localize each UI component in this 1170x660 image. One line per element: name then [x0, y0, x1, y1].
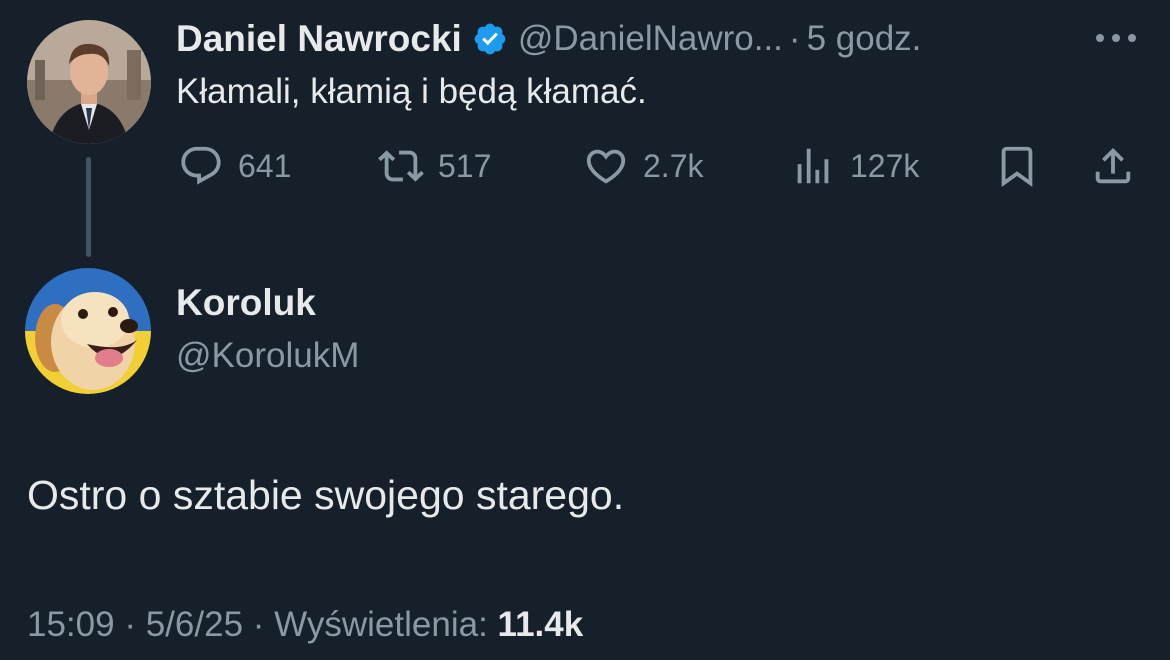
tweet-time[interactable]: 15:09	[27, 605, 115, 644]
meta-separator: ·	[252, 605, 265, 644]
views-button[interactable]: 127k	[790, 136, 919, 196]
views-total: 11.4k	[497, 605, 584, 644]
share-button[interactable]	[1090, 136, 1136, 196]
verified-badge-icon	[472, 21, 508, 57]
share-icon	[1095, 147, 1131, 184]
more-icon[interactable]	[1094, 28, 1138, 48]
views-icon	[797, 148, 829, 184]
bookmark-icon	[1001, 146, 1033, 187]
views-label: Wyświetlenia:	[274, 605, 488, 644]
views-count: 127k	[850, 147, 920, 184]
retweet-count: 517	[438, 147, 492, 184]
parent-author-avatar[interactable]	[27, 20, 151, 144]
reply-button[interactable]: 641	[178, 136, 291, 196]
parent-tweet-actions: 641 517 2.7k 127k	[0, 136, 1170, 196]
parent-author-name[interactable]: Daniel Nawrocki	[176, 18, 462, 60]
main-tweet-text: Ostro o sztabie swojego starego.	[27, 472, 625, 518]
dog-avatar-icon	[25, 268, 151, 394]
parent-tweet-text: Kłamali, kłamią i będą kłamać.	[176, 72, 647, 111]
like-icon	[586, 149, 626, 184]
parent-author-handle[interactable]: @DanielNawro...	[518, 19, 783, 59]
like-count: 2.7k	[643, 147, 704, 184]
reply-count: 641	[238, 147, 292, 184]
like-button[interactable]: 2.7k	[583, 136, 703, 196]
retweet-button[interactable]: 517	[378, 136, 491, 196]
bookmark-button[interactable]	[994, 136, 1040, 196]
main-author-name[interactable]: Koroluk	[176, 282, 316, 324]
retweet-icon	[378, 150, 424, 182]
tweet-screen: Daniel Nawrocki @DanielNawro... · 5 godz…	[0, 0, 1170, 660]
parent-tweet-time[interactable]: 5 godz.	[807, 19, 922, 59]
reply-icon	[181, 146, 221, 185]
avatar-photo-icon	[27, 20, 151, 144]
header-separator: ·	[788, 19, 801, 58]
meta-separator: ·	[124, 605, 136, 644]
main-author-avatar[interactable]	[25, 268, 151, 394]
parent-tweet-header: Daniel Nawrocki @DanielNawro... · 5 godz…	[176, 14, 921, 64]
main-author-handle[interactable]: @KorolukM	[176, 336, 359, 376]
tweet-date[interactable]: 5/6/25	[146, 605, 243, 644]
tweet-meta: 15:09 · 5/6/25 · Wyświetlenia: 11.4k	[27, 605, 583, 645]
